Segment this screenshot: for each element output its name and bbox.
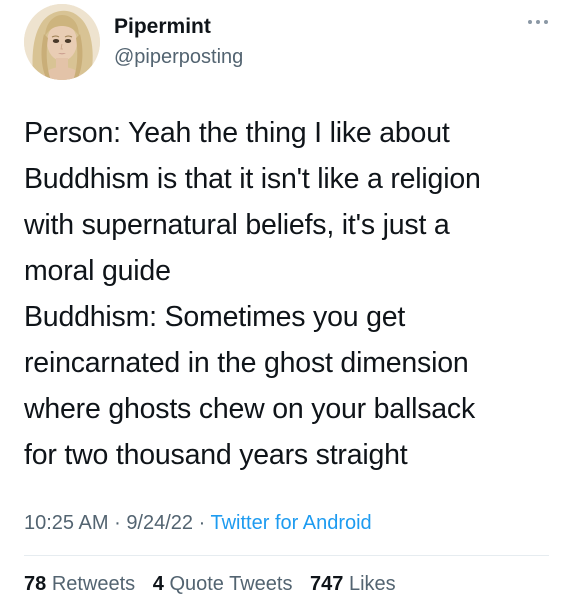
divider (24, 555, 549, 556)
retweets-count: 78 (24, 573, 47, 595)
tweet-text: Person: Yeah the thing I like about Budd… (24, 110, 554, 478)
tweet-stats: 78 Retweets 4 Quote Tweets 747 Likes (24, 570, 408, 598)
quote-tweets-stat[interactable]: 4 Quote Tweets (153, 573, 293, 595)
avatar[interactable] (24, 4, 100, 80)
tweet-text-line: Person: Yeah the thing I like about (24, 117, 450, 149)
more-horizontal-icon[interactable] (526, 14, 550, 30)
tweet-text-line: moral guide (24, 255, 171, 287)
likes-count: 747 (310, 573, 344, 595)
tweet-text-line: where ghosts chew on your ballsack (24, 393, 476, 425)
quote-tweets-label: Quote Tweets (169, 573, 293, 595)
likes-label: Likes (348, 573, 396, 595)
meta-separator: · (198, 512, 206, 534)
tweet-text-line: Buddhism: Sometimes you get (24, 301, 406, 333)
tweet-text-line: Buddhism is that it isn't like a religio… (24, 163, 481, 195)
retweets-stat[interactable]: 78 Retweets (24, 573, 135, 595)
likes-stat[interactable]: 747 Likes (310, 573, 396, 595)
tweet-source-link[interactable]: Twitter for Android (210, 512, 371, 534)
tweet-time[interactable]: 10:25 AM (24, 512, 109, 534)
meta-separator: · (114, 512, 121, 534)
retweets-label: Retweets (51, 573, 136, 595)
tweet-meta: 10:25 AM · 9/24/22 · Twitter for Android (24, 509, 372, 537)
tweet: Pipermint @piperposting Person: Yeah the… (0, 0, 573, 604)
tweet-text-line: for two thousand years straight (24, 439, 408, 471)
quote-tweets-count: 4 (152, 573, 164, 595)
tweet-text-line: reincarnated in the ghost dimension (24, 347, 469, 379)
author-handle[interactable]: @piperposting (114, 44, 243, 70)
tweet-date[interactable]: 9/24/22 (126, 512, 193, 534)
avatar-illustration (24, 4, 100, 80)
author-display-name[interactable]: Pipermint (114, 14, 211, 40)
tweet-text-line: with supernatural beliefs, it's just a (24, 209, 450, 241)
